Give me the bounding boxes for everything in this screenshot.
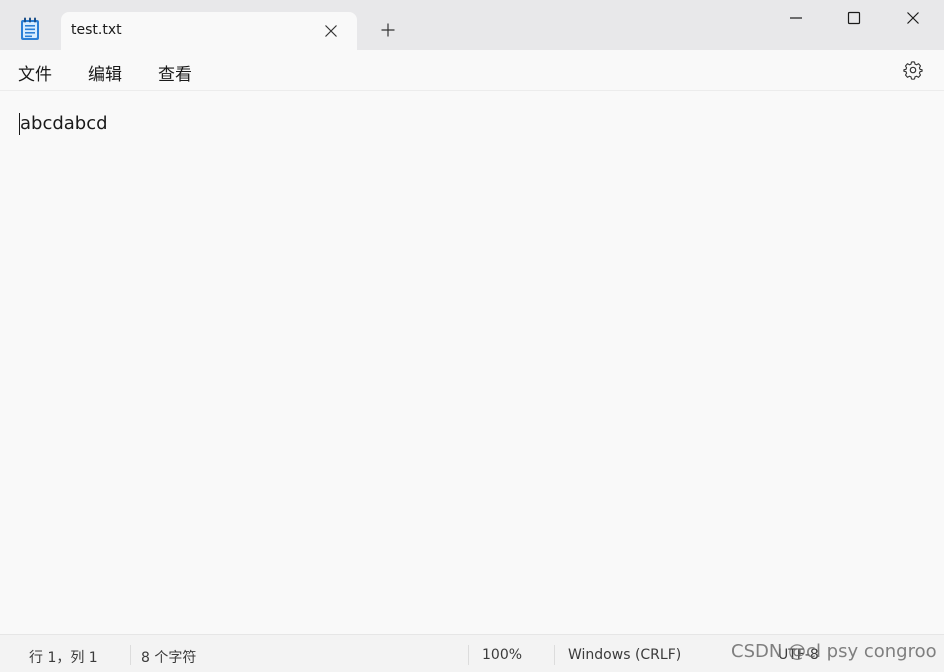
watermark: CSDN @cl psy congroo <box>731 641 937 662</box>
notepad-window: test.txt 文件 编辑 查看 abcdabcd 行 1，列 1 8 个字符… <box>0 0 944 672</box>
tab-title: test.txt <box>71 22 122 38</box>
line-ending[interactable]: Windows (CRLF) <box>568 647 681 663</box>
text-editor[interactable]: abcdabcd <box>0 91 944 633</box>
close-icon[interactable] <box>323 23 339 39</box>
gear-icon[interactable] <box>903 60 923 80</box>
notepad-icon <box>21 17 39 40</box>
cursor-position: 行 1，列 1 <box>29 650 98 666</box>
editor-content: abcdabcd <box>20 113 108 134</box>
tab-test-txt[interactable]: test.txt <box>61 12 357 50</box>
menu-bar: 文件 编辑 查看 <box>0 50 944 91</box>
plus-icon[interactable] <box>380 22 396 38</box>
zoom-level[interactable]: 100% <box>482 647 522 663</box>
character-count: 8 个字符 <box>141 650 197 666</box>
maximize-icon[interactable] <box>844 8 864 28</box>
status-divider <box>554 645 555 665</box>
minimize-icon[interactable] <box>786 8 806 28</box>
status-divider <box>468 645 469 665</box>
menu-file[interactable]: 文件 <box>18 60 52 85</box>
title-bar: test.txt <box>0 0 944 50</box>
menu-view[interactable]: 查看 <box>158 60 192 85</box>
close-icon[interactable] <box>903 8 923 28</box>
status-divider <box>130 645 131 665</box>
menu-edit[interactable]: 编辑 <box>88 60 122 85</box>
